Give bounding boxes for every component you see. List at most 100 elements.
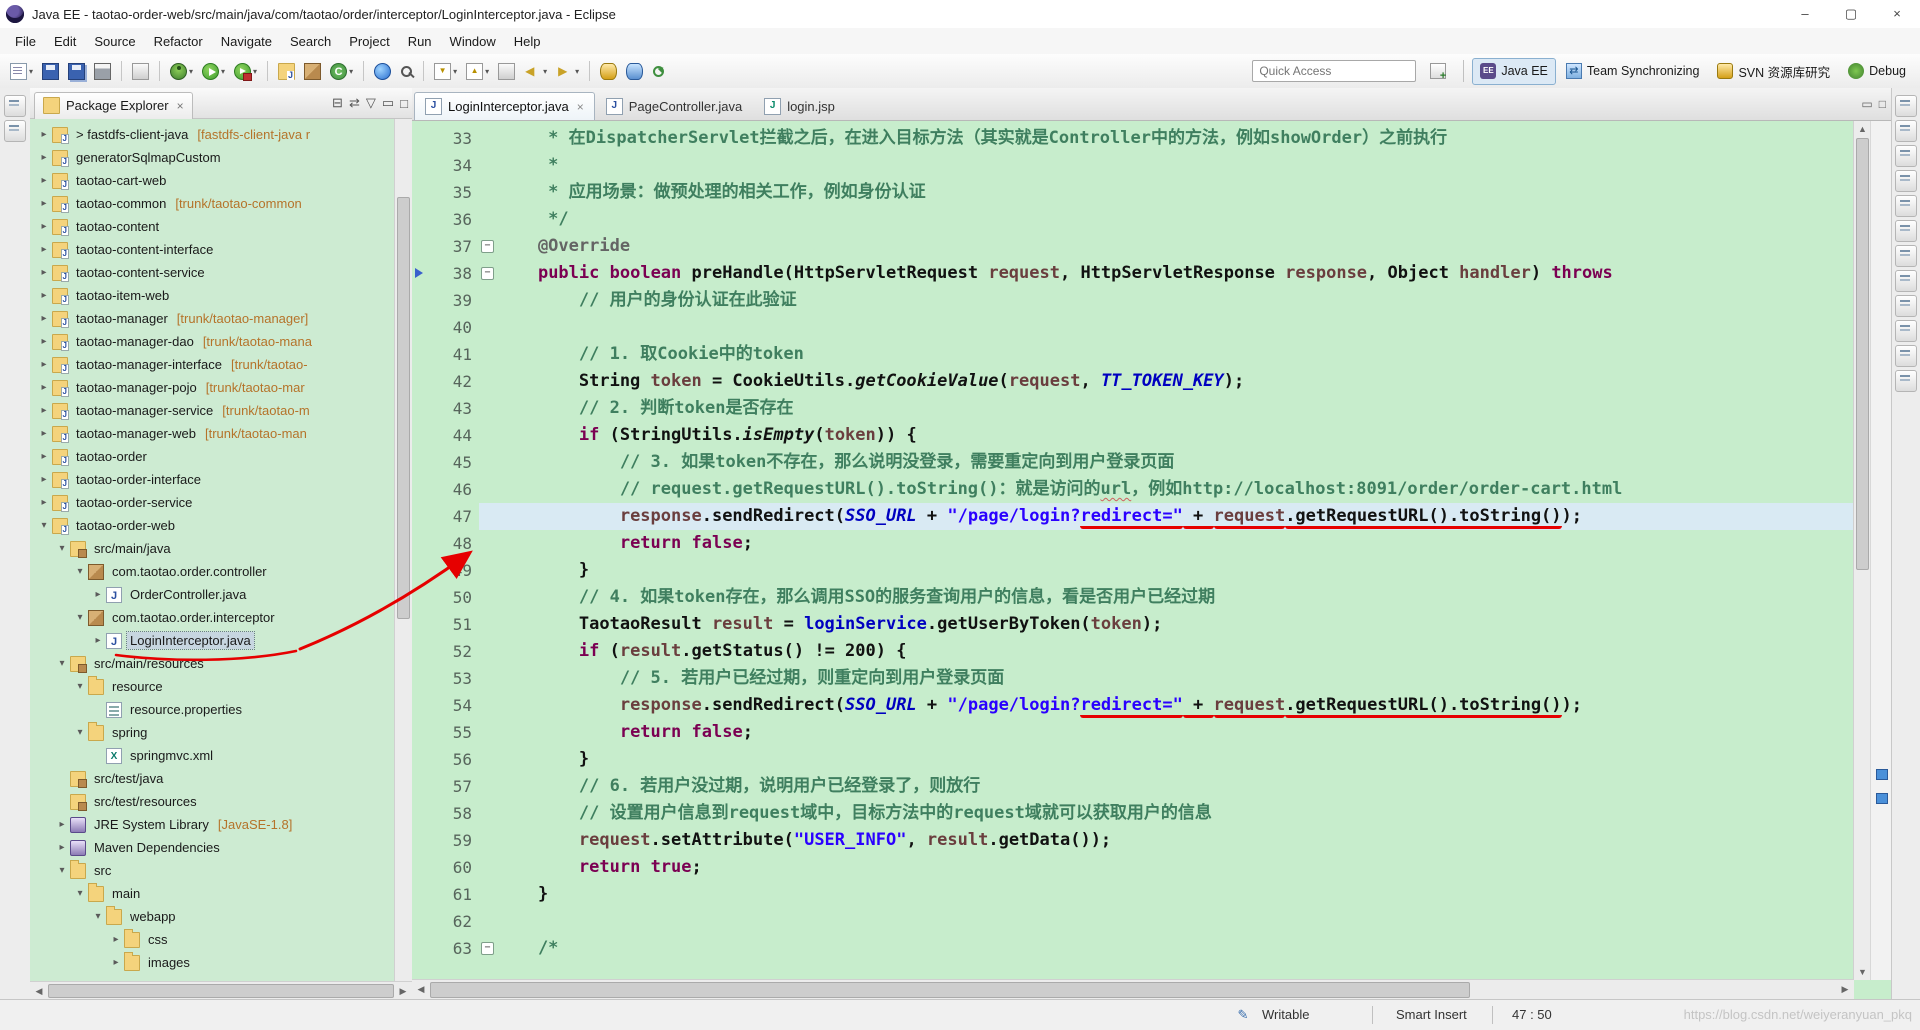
project-tree[interactable]: ▸ > fastdfs-client-java [fastdfs-client-ja… xyxy=(30,119,412,981)
minimized-view-icon[interactable] xyxy=(1895,370,1917,392)
editor-vertical-scrollbar[interactable]: ▲ ▼ xyxy=(1853,121,1871,980)
svn-commit-button[interactable] xyxy=(622,59,647,84)
scrollbar-thumb[interactable] xyxy=(1856,138,1869,570)
minimized-view-icon[interactable] xyxy=(1895,270,1917,292)
menu-help[interactable]: Help xyxy=(505,31,550,52)
new-wizard-button[interactable]: ▾ xyxy=(6,59,37,84)
tree-item[interactable]: ▸ taotao-manager-dao [trunk/taotao-mana xyxy=(30,330,412,353)
expander-icon[interactable]: ▸ xyxy=(36,290,52,301)
expander-icon[interactable]: ▾ xyxy=(54,865,70,876)
tree-item[interactable]: ▸ taotao-order-service xyxy=(30,491,412,514)
expander-icon[interactable]: ▾ xyxy=(36,520,52,531)
menu-window[interactable]: Window xyxy=(441,31,505,52)
print-button[interactable] xyxy=(90,59,115,84)
close-tab-icon[interactable]: × xyxy=(577,100,584,114)
collapse-fold-icon[interactable]: − xyxy=(481,267,494,280)
menu-refactor[interactable]: Refactor xyxy=(145,31,212,52)
tree-item[interactable]: ▸ taotao-common [trunk/taotao-common xyxy=(30,192,412,215)
tree-item[interactable]: ▾ spring xyxy=(30,721,412,744)
expander-icon[interactable]: ▸ xyxy=(36,336,52,347)
menu-edit[interactable]: Edit xyxy=(45,31,85,52)
overview-marker[interactable] xyxy=(1876,793,1888,804)
tree-item[interactable]: ▾ src xyxy=(30,859,412,882)
view-menu-icon[interactable]: ▽ xyxy=(366,95,376,111)
perspective-svn-[interactable]: SVN 资源库研究 xyxy=(1709,58,1838,85)
new-package-button[interactable] xyxy=(300,59,325,84)
tree-item[interactable]: ▸ taotao-content-interface xyxy=(30,238,412,261)
search-button[interactable] xyxy=(396,61,417,82)
scrollbar-thumb[interactable] xyxy=(397,197,410,619)
save-button[interactable] xyxy=(38,59,63,84)
tree-item[interactable]: src/test/java xyxy=(30,767,412,790)
tree-item[interactable]: springmvc.xml xyxy=(30,744,412,767)
expander-icon[interactable]: ▾ xyxy=(72,727,88,738)
tree-item[interactable]: ▸ > fastdfs-client-java [fastdfs-client-ja… xyxy=(30,123,412,146)
close-view-icon[interactable]: × xyxy=(177,99,184,113)
expander-icon[interactable]: ▾ xyxy=(72,612,88,623)
editor-horizontal-scrollbar[interactable]: ◀ ▶ xyxy=(412,979,1854,1000)
tree-item[interactable]: ▸ taotao-order-interface xyxy=(30,468,412,491)
debug-button[interactable]: ▾ xyxy=(166,59,197,84)
perspective-debug[interactable]: Debug xyxy=(1840,58,1914,85)
expander-icon[interactable]: ▸ xyxy=(90,589,106,600)
minimize-view-icon[interactable]: ▭ xyxy=(382,95,394,111)
expander-icon[interactable]: ▸ xyxy=(36,221,52,232)
expander-icon[interactable]: ▸ xyxy=(36,313,52,324)
tree-item[interactable]: ▸ Maven Dependencies xyxy=(30,836,412,859)
restore-views-icon[interactable] xyxy=(1895,95,1917,117)
tree-item[interactable]: ▸ images xyxy=(30,951,412,974)
tree-item[interactable]: resource.properties xyxy=(30,698,412,721)
tree-item[interactable]: ▾ com.taotao.order.controller xyxy=(30,560,412,583)
expander-icon[interactable]: ▸ xyxy=(36,382,52,393)
tree-vertical-scrollbar[interactable] xyxy=(394,119,412,981)
minimized-view-icon[interactable] xyxy=(1895,195,1917,217)
tree-item[interactable]: ▸ taotao-content-service xyxy=(30,261,412,284)
tree-horizontal-scrollbar[interactable]: ◀ ▶ xyxy=(30,981,412,1000)
expander-icon[interactable]: ▸ xyxy=(36,428,52,439)
editor-tab-pagecontroller-java[interactable]: J PageController.java xyxy=(595,92,753,120)
minimized-view-icon[interactable] xyxy=(1895,120,1917,142)
expander-icon[interactable]: ▾ xyxy=(54,658,70,669)
menu-search[interactable]: Search xyxy=(281,31,340,52)
scroll-up-icon[interactable]: ▲ xyxy=(1854,121,1871,137)
minimized-view-icon[interactable] xyxy=(1895,245,1917,267)
tree-item[interactable]: ▾ resource xyxy=(30,675,412,698)
scroll-right-icon[interactable]: ▶ xyxy=(1836,980,1854,999)
tree-item[interactable]: ▸ taotao-manager-service [trunk/taotao-m xyxy=(30,399,412,422)
scroll-left-icon[interactable]: ◀ xyxy=(412,980,430,999)
scrollbar-thumb[interactable] xyxy=(430,982,1471,998)
tree-item[interactable]: ▾ webapp xyxy=(30,905,412,928)
new-class-button[interactable]: ▾ xyxy=(326,59,357,84)
tree-item[interactable]: ▸ taotao-manager-interface [trunk/taotao- xyxy=(30,353,412,376)
forward-button[interactable]: ▾ xyxy=(552,59,583,84)
maximize-button[interactable]: ▢ xyxy=(1828,0,1874,28)
expander-icon[interactable]: ▸ xyxy=(36,198,52,209)
restore-views-icon[interactable] xyxy=(4,95,26,117)
editor-tab-logininterceptor-java[interactable]: J LoginInterceptor.java × xyxy=(414,92,595,120)
open-web-browser-button[interactable] xyxy=(370,59,395,84)
expander-icon[interactable]: ▾ xyxy=(90,911,106,922)
expander-icon[interactable]: ▸ xyxy=(36,267,52,278)
expander-icon[interactable]: ▸ xyxy=(36,359,52,370)
tree-item[interactable]: ▸ taotao-manager-web [trunk/taotao-man xyxy=(30,422,412,445)
synchronize-button[interactable] xyxy=(648,61,669,82)
minimized-view-icon[interactable] xyxy=(1895,295,1917,317)
collapse-fold-icon[interactable]: − xyxy=(481,942,494,955)
tree-item[interactable]: src/test/resources xyxy=(30,790,412,813)
tree-item[interactable]: ▸ taotao-content xyxy=(30,215,412,238)
scroll-down-icon[interactable]: ▼ xyxy=(1854,964,1871,980)
minimized-view-icon[interactable] xyxy=(1895,345,1917,367)
tree-item[interactable]: ▸ JRE System Library [JavaSE-1.8] xyxy=(30,813,412,836)
package-explorer-tab[interactable]: Package Explorer × xyxy=(34,91,193,119)
last-edit-location-button[interactable] xyxy=(494,59,519,84)
expander-icon[interactable]: ▸ xyxy=(54,842,70,853)
tree-item[interactable]: ▸ taotao-manager [trunk/taotao-manager] xyxy=(30,307,412,330)
previous-annotation-button[interactable]: ▾ xyxy=(462,59,493,84)
expander-icon[interactable]: ▸ xyxy=(36,405,52,416)
tree-item[interactable]: ▸ taotao-manager-pojo [trunk/taotao-mar xyxy=(30,376,412,399)
maximize-view-icon[interactable]: □ xyxy=(400,96,408,111)
svn-update-button[interactable] xyxy=(596,59,621,84)
tree-item[interactable]: ▾ com.taotao.order.interceptor xyxy=(30,606,412,629)
minimized-view-icon[interactable] xyxy=(1895,220,1917,242)
tree-item[interactable]: ▸ OrderController.java xyxy=(30,583,412,606)
